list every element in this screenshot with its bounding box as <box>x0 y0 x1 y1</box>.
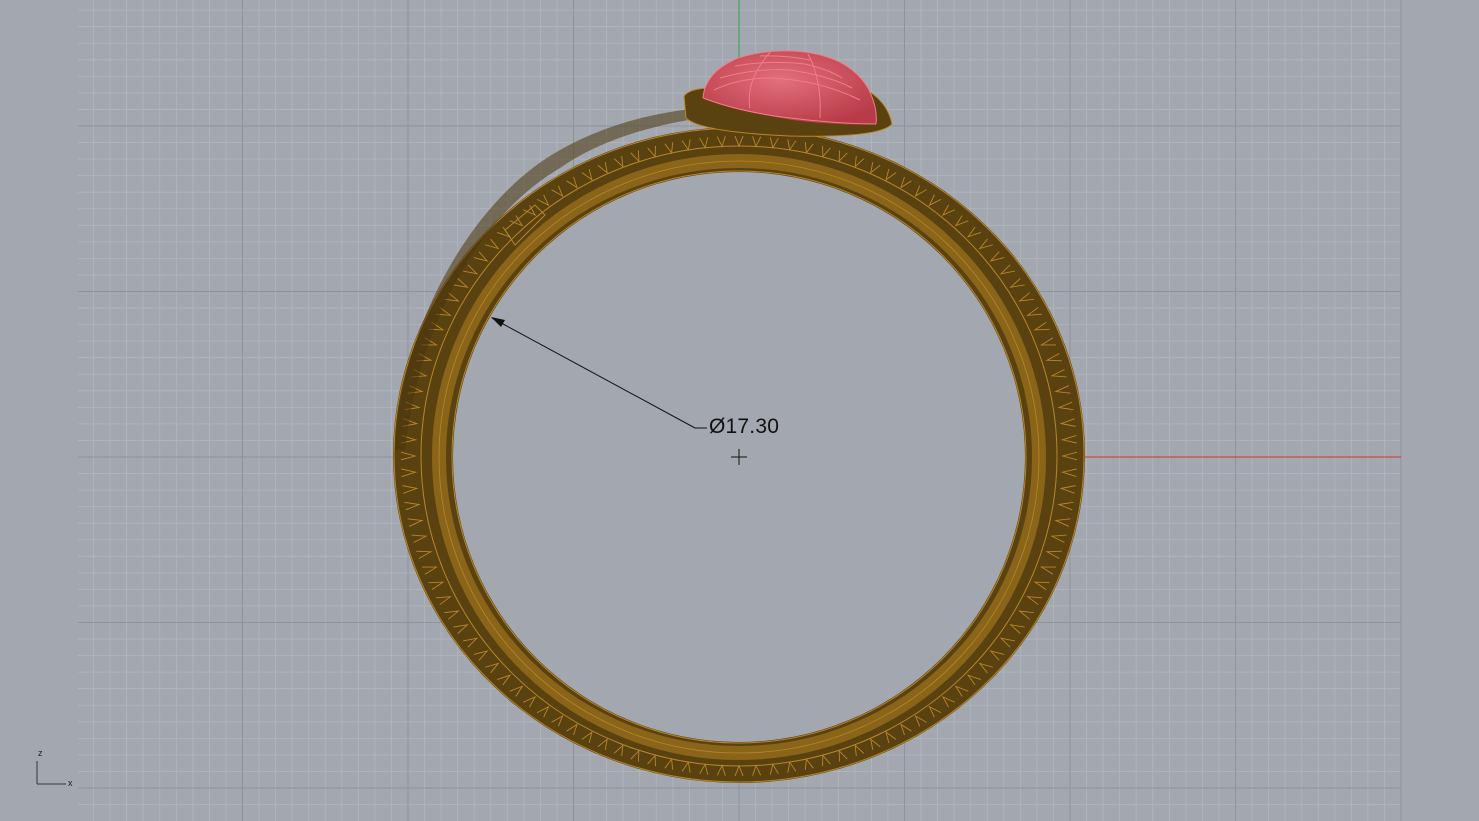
gem-setting[interactable] <box>683 49 893 137</box>
gizmo-x-label: x <box>68 778 73 788</box>
viewport-canvas[interactable] <box>0 0 1479 821</box>
axis-gizmo <box>36 761 66 785</box>
rhino-front-viewport[interactable]: Ø17.30 z x <box>0 0 1479 821</box>
diameter-dimension-label[interactable]: Ø17.30 <box>709 415 779 439</box>
gizmo-z-label: z <box>38 748 43 758</box>
ring-model[interactable] <box>393 108 1085 783</box>
